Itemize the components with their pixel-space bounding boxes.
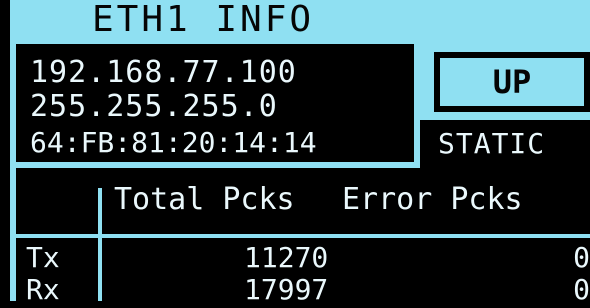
column-divider — [98, 188, 102, 301]
tx-error-pcks-value: 0 — [573, 241, 590, 274]
addressing-mode-label: STATIC — [438, 127, 546, 160]
mac-address-value: 64:FB:81:20:14:14 — [30, 126, 317, 159]
device-screen: ETH1 INFO 192.168.77.100 255.255.255.0 6… — [0, 0, 590, 306]
header-divider — [16, 234, 590, 238]
title-bar: ETH1 INFO — [10, 0, 590, 44]
row-label-tx: Tx — [26, 241, 60, 274]
address-info-panel: 192.168.77.100 255.255.255.0 64:FB:81:20… — [10, 44, 420, 168]
subnet-mask-value: 255.255.255.0 — [30, 89, 278, 124]
row-label-rx: Rx — [26, 273, 60, 306]
rx-total-pcks-value: 17997 — [244, 273, 329, 306]
link-state-label: UP — [492, 63, 532, 101]
link-status-panel: UP STATIC — [420, 44, 590, 168]
packet-stats-table: Total Pcks Error Pcks Tx 11270 0 Rx 1799… — [10, 168, 590, 306]
link-state-badge: UP — [434, 52, 590, 112]
rx-error-pcks-value: 0 — [573, 273, 590, 306]
addressing-mode-badge: STATIC — [420, 120, 590, 168]
column-header-total-pcks: Total Pcks — [114, 182, 295, 217]
column-header-error-pcks: Error Pcks — [342, 182, 523, 217]
page-title: ETH1 INFO — [92, 0, 315, 40]
ip-address-value: 192.168.77.100 — [30, 55, 297, 90]
tx-total-pcks-value: 11270 — [244, 241, 329, 274]
